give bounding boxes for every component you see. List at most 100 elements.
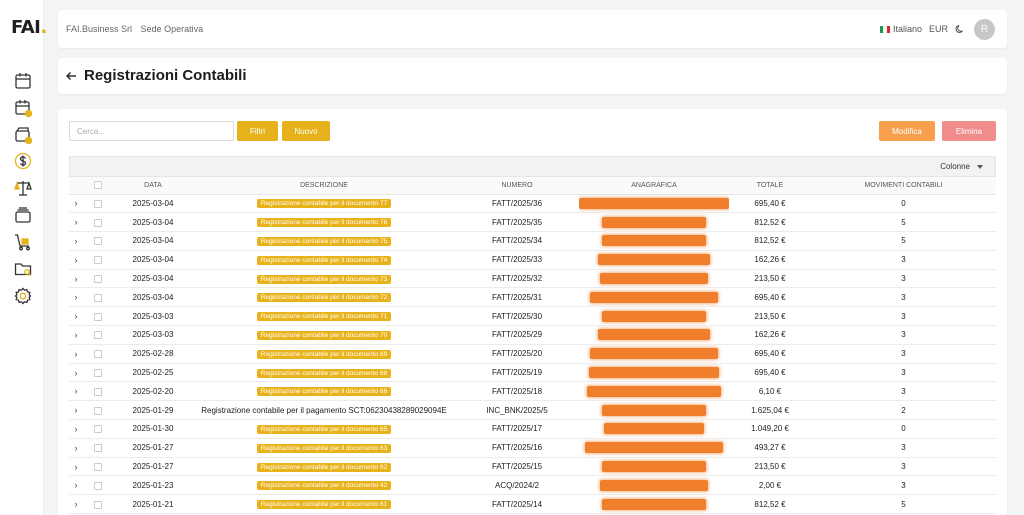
row-checkbox[interactable]: [94, 425, 102, 434]
header-numero[interactable]: NUMERO: [455, 177, 579, 195]
cell-data: 2025-01-27: [113, 438, 193, 458]
chevron-right-icon[interactable]: ›: [75, 292, 78, 302]
scale-icon[interactable]: [13, 178, 33, 198]
description-badge: Registrazione contabile per il documento…: [256, 274, 392, 284]
header-data[interactable]: DATA: [113, 177, 193, 195]
site-name[interactable]: Sede Operativa: [141, 24, 204, 34]
table-row[interactable]: › 2025-01-29 Registrazione contabile per i…: [69, 400, 996, 421]
table-row[interactable]: › 2025-02-25 Registrazione contabile per i…: [69, 363, 996, 383]
row-checkbox[interactable]: [94, 444, 102, 453]
row-checkbox[interactable]: [94, 387, 102, 396]
search-input[interactable]: [69, 121, 234, 141]
language-selector[interactable]: Italiano: [893, 24, 922, 34]
cell-movimenti: 3: [811, 381, 996, 402]
table-row[interactable]: › 2025-01-30 Registrazione contabile per i…: [69, 419, 996, 439]
row-checkbox[interactable]: [94, 350, 102, 359]
chevron-right-icon[interactable]: ›: [75, 217, 78, 227]
card-stack-icon[interactable]: [13, 205, 33, 225]
chevron-right-icon[interactable]: ›: [75, 480, 78, 490]
chevron-right-icon[interactable]: ›: [75, 330, 78, 340]
row-checkbox[interactable]: [94, 199, 102, 208]
header-descrizione[interactable]: DESCRIZIONE: [193, 177, 455, 195]
cell-movimenti: 3: [811, 344, 996, 364]
cell-anagrafica: [579, 457, 729, 477]
table-row[interactable]: › 2025-01-23 Registrazione contabile per i…: [69, 475, 996, 496]
description-badge: Registrazione contabile per il documento…: [256, 236, 392, 246]
chevron-right-icon[interactable]: ›: [75, 311, 78, 321]
edit-button[interactable]: Modifica: [879, 121, 935, 141]
cell-movimenti: 3: [811, 269, 996, 289]
avatar[interactable]: R: [974, 18, 995, 40]
row-checkbox[interactable]: [94, 368, 102, 377]
folder-search-icon[interactable]: [13, 259, 33, 279]
row-checkbox[interactable]: [94, 256, 102, 265]
table-row[interactable]: › 2025-03-04 Registrazione contabile per i…: [69, 231, 996, 251]
cell-movimenti: 3: [811, 306, 996, 327]
breadcrumb: FAI.Business Srl Sede Operativa: [66, 24, 209, 34]
calendar-check-icon[interactable]: [13, 98, 33, 118]
chevron-right-icon[interactable]: ›: [75, 349, 78, 359]
currency-selector[interactable]: EUR: [929, 24, 948, 34]
wallet-icon[interactable]: [13, 125, 33, 145]
redacted-anagrafica: [589, 367, 719, 379]
chevron-right-icon[interactable]: ›: [75, 386, 78, 396]
chevron-right-icon[interactable]: ›: [75, 462, 78, 472]
row-checkbox[interactable]: [94, 331, 102, 340]
table-row[interactable]: › 2025-03-04 Registrazione contabile per i…: [69, 212, 996, 233]
chevron-right-icon[interactable]: ›: [75, 405, 78, 415]
row-checkbox[interactable]: [94, 406, 102, 415]
table-row[interactable]: › 2025-01-27 Registrazione contabile per i…: [69, 438, 996, 458]
cart-icon[interactable]: [13, 232, 33, 252]
chevron-right-icon[interactable]: ›: [75, 255, 78, 265]
arrow-left-icon[interactable]: [65, 69, 77, 81]
chevron-right-icon[interactable]: ›: [75, 236, 78, 246]
table-row[interactable]: › 2025-02-20 Registrazione contabile per i…: [69, 381, 996, 402]
app-logo[interactable]: FAI.: [11, 17, 47, 38]
header-totale[interactable]: TOTALE: [729, 177, 811, 195]
row-checkbox[interactable]: [94, 274, 102, 283]
chevron-right-icon[interactable]: ›: [75, 198, 78, 208]
chevron-right-icon[interactable]: ›: [75, 499, 78, 509]
chevron-right-icon[interactable]: ›: [75, 424, 78, 434]
dollar-icon[interactable]: [13, 151, 33, 171]
cell-numero: ACQ/2024/2: [455, 475, 579, 496]
company-name[interactable]: FAI.Business Srl: [66, 24, 132, 34]
row-checkbox[interactable]: [94, 481, 102, 490]
chevron-right-icon[interactable]: ›: [75, 443, 78, 453]
select-all-checkbox[interactable]: [83, 177, 113, 195]
cell-totale: 162,26 €: [729, 325, 811, 345]
table-row[interactable]: › 2025-03-03 Registrazione contabile per i…: [69, 306, 996, 327]
table-row[interactable]: › 2025-03-04 Registrazione contabile per i…: [69, 269, 996, 289]
row-checkbox[interactable]: [94, 500, 102, 509]
header-movimenti[interactable]: MOVIMENTI CONTABILI: [811, 177, 996, 195]
cell-anagrafica: [579, 494, 729, 515]
header-anagrafica[interactable]: ANAGRAFICA: [579, 177, 729, 195]
row-checkbox[interactable]: [94, 312, 102, 321]
table-row[interactable]: › 2025-03-04 Registrazione contabile per i…: [69, 194, 996, 214]
moon-icon[interactable]: [955, 24, 965, 34]
row-checkbox[interactable]: [94, 462, 102, 471]
delete-button[interactable]: Elimina: [942, 121, 996, 141]
cell-descrizione: Registrazione contabile per il documento…: [193, 381, 455, 402]
table-row[interactable]: › 2025-02-28 Registrazione contabile per i…: [69, 344, 996, 364]
chevron-right-icon[interactable]: ›: [75, 274, 78, 284]
cell-descrizione: Registrazione contabile per il documento…: [193, 438, 455, 458]
page-title: Registrazioni Contabili: [84, 67, 247, 84]
cell-movimenti: 5: [811, 212, 996, 233]
row-checkbox[interactable]: [94, 293, 102, 302]
table-row[interactable]: › 2025-01-27 Registrazione contabile per i…: [69, 457, 996, 477]
row-checkbox[interactable]: [94, 218, 102, 227]
table-row[interactable]: › 2025-03-04 Registrazione contabile per i…: [69, 287, 996, 308]
new-button[interactable]: Nuovo: [282, 121, 330, 141]
table-row[interactable]: › 2025-03-04 Registrazione contabile per i…: [69, 250, 996, 270]
calendar-icon[interactable]: [13, 71, 33, 91]
columns-selector[interactable]: Colonne: [940, 162, 983, 171]
filters-button[interactable]: Filtri: [237, 121, 278, 141]
cell-totale: 213,50 €: [729, 306, 811, 327]
gear-icon[interactable]: [13, 286, 33, 306]
row-checkbox[interactable]: [94, 237, 102, 246]
cell-numero: FATT/2025/36: [455, 194, 579, 214]
table-row[interactable]: › 2025-03-03 Registrazione contabile per i…: [69, 325, 996, 345]
chevron-right-icon[interactable]: ›: [75, 368, 78, 378]
table-row[interactable]: › 2025-01-21 Registrazione contabile per i…: [69, 494, 996, 515]
